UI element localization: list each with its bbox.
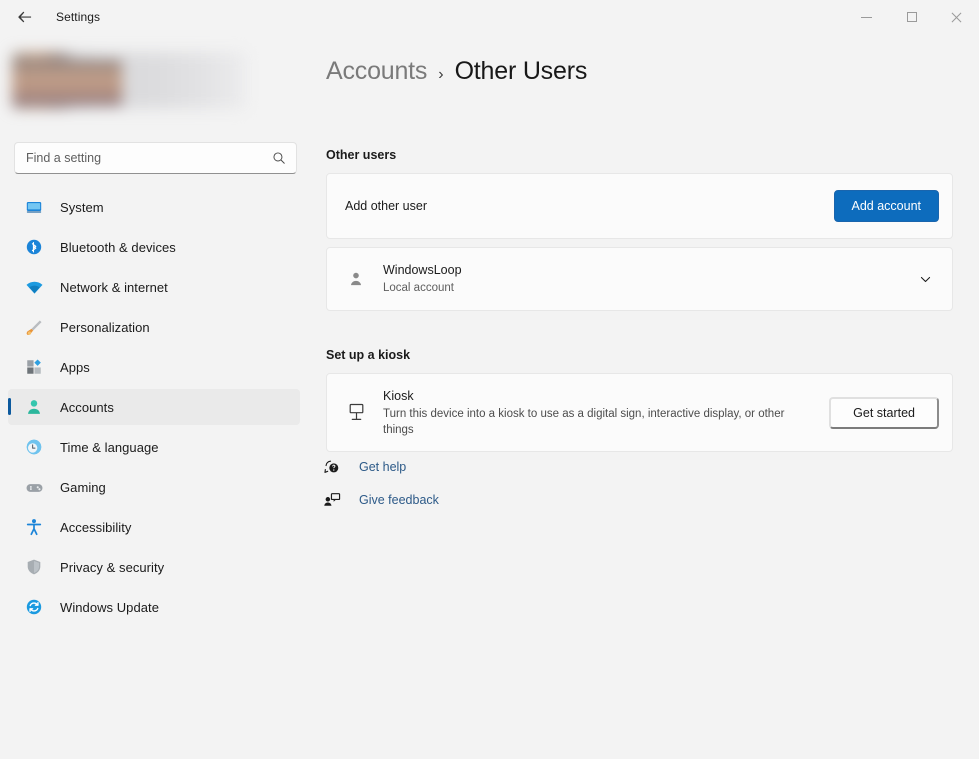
sidebar-item-label: Windows Update	[60, 599, 159, 615]
kiosk-description: Turn this device into a kiosk to use as …	[383, 407, 785, 436]
feedback-icon	[322, 490, 341, 509]
search-box[interactable]	[14, 142, 297, 174]
add-account-button[interactable]: Add account	[833, 190, 939, 222]
kiosk-title: Kiosk	[383, 388, 414, 403]
window-controls	[844, 0, 979, 34]
sidebar-item-gaming[interactable]: Gaming	[8, 469, 300, 505]
section-heading-kiosk: Set up a kiosk	[326, 348, 411, 362]
sidebar-item-label: Accessibility	[60, 519, 132, 535]
breadcrumb-parent[interactable]: Accounts	[326, 57, 427, 86]
gamepad-icon	[24, 477, 44, 497]
minimize-button[interactable]	[844, 0, 889, 34]
maximize-button[interactable]	[889, 0, 934, 34]
sidebar-item-windows-update[interactable]: Windows Update	[8, 589, 300, 625]
sidebar-item-label: Network & internet	[60, 279, 168, 295]
monitor-icon	[24, 197, 44, 217]
close-icon	[951, 12, 962, 22]
app-title: Settings	[56, 10, 101, 24]
user-row-texts: WindowsLoop Local account	[383, 262, 462, 296]
add-other-user-card: Add other user Add account	[326, 173, 953, 239]
sidebar-item-label: Apps	[60, 359, 90, 375]
avatar	[12, 60, 122, 106]
breadcrumb: Accounts › Other Users	[326, 57, 587, 86]
user-account-type: Local account	[383, 282, 454, 294]
sidebar-item-network-internet[interactable]: Network & internet	[8, 269, 300, 305]
search-icon	[273, 152, 285, 164]
kiosk-icon	[345, 402, 367, 424]
sidebar-item-label: Personalization	[60, 319, 150, 335]
sidebar-item-privacy-security[interactable]: Privacy & security	[8, 549, 300, 585]
clock-globe-icon	[24, 437, 44, 457]
sidebar-item-personalization[interactable]: Personalization	[8, 309, 300, 345]
sidebar-item-label: Gaming	[60, 479, 106, 495]
get-help-link[interactable]: Get help	[322, 450, 439, 483]
chevron-down-icon[interactable]	[919, 273, 932, 286]
get-help-label: Get help	[359, 459, 407, 474]
sidebar-item-bluetooth-devices[interactable]: Bluetooth & devices	[8, 229, 300, 265]
search-input[interactable]	[26, 144, 251, 172]
wifi-icon	[24, 277, 44, 297]
bluetooth-icon	[24, 237, 44, 257]
sidebar-nav: System Bluetooth & devices Network & int…	[8, 189, 300, 629]
paintbrush-icon	[24, 317, 44, 337]
user-name: WindowsLoop	[383, 263, 462, 277]
sidebar-item-label: Time & language	[60, 439, 159, 455]
titlebar: Settings	[0, 0, 979, 34]
apps-icon	[24, 357, 44, 377]
user-row-windowsloop[interactable]: WindowsLoop Local account	[326, 247, 953, 311]
shield-icon	[24, 557, 44, 577]
accessibility-icon	[24, 517, 44, 537]
sidebar-item-apps[interactable]: Apps	[8, 349, 300, 385]
kiosk-texts: Kiosk Turn this device into a kiosk to u…	[383, 388, 803, 438]
breadcrumb-separator-icon: ›	[438, 66, 444, 83]
person-icon	[24, 397, 44, 417]
section-heading-other-users: Other users	[326, 148, 397, 162]
get-started-button[interactable]: Get started	[829, 397, 939, 429]
sidebar-item-label: Accounts	[60, 399, 114, 415]
give-feedback-link[interactable]: Give feedback	[322, 483, 439, 516]
back-arrow-icon	[18, 11, 32, 23]
kiosk-card: Kiosk Turn this device into a kiosk to u…	[326, 373, 953, 452]
close-button[interactable]	[934, 0, 979, 34]
help-icon	[322, 457, 341, 476]
user-profile-blurred[interactable]	[12, 52, 246, 109]
add-other-user-label: Add other user	[345, 199, 427, 213]
person-icon	[345, 268, 367, 290]
settings-window: Settings Find a setting System Bluetooth…	[0, 0, 979, 759]
sidebar-item-time-language[interactable]: Time & language	[8, 429, 300, 465]
sidebar-item-system[interactable]: System	[8, 189, 300, 225]
sidebar-item-label: Privacy & security	[60, 559, 165, 575]
sidebar-item-accounts[interactable]: Accounts	[8, 389, 300, 425]
update-icon	[24, 597, 44, 617]
sidebar-item-accessibility[interactable]: Accessibility	[8, 509, 300, 545]
sidebar-item-label: System	[60, 199, 104, 215]
back-button[interactable]	[8, 2, 42, 32]
page-title: Other Users	[454, 57, 588, 85]
give-feedback-label: Give feedback	[359, 492, 439, 507]
help-links: Get help Give feedback	[322, 450, 439, 516]
main-content: Accounts › Other Users Other users Add o…	[312, 34, 979, 759]
sidebar: System Bluetooth & devices	[0, 34, 312, 759]
minimize-icon	[861, 16, 872, 18]
maximize-icon	[906, 12, 917, 22]
sidebar-item-label: Bluetooth & devices	[60, 239, 176, 255]
